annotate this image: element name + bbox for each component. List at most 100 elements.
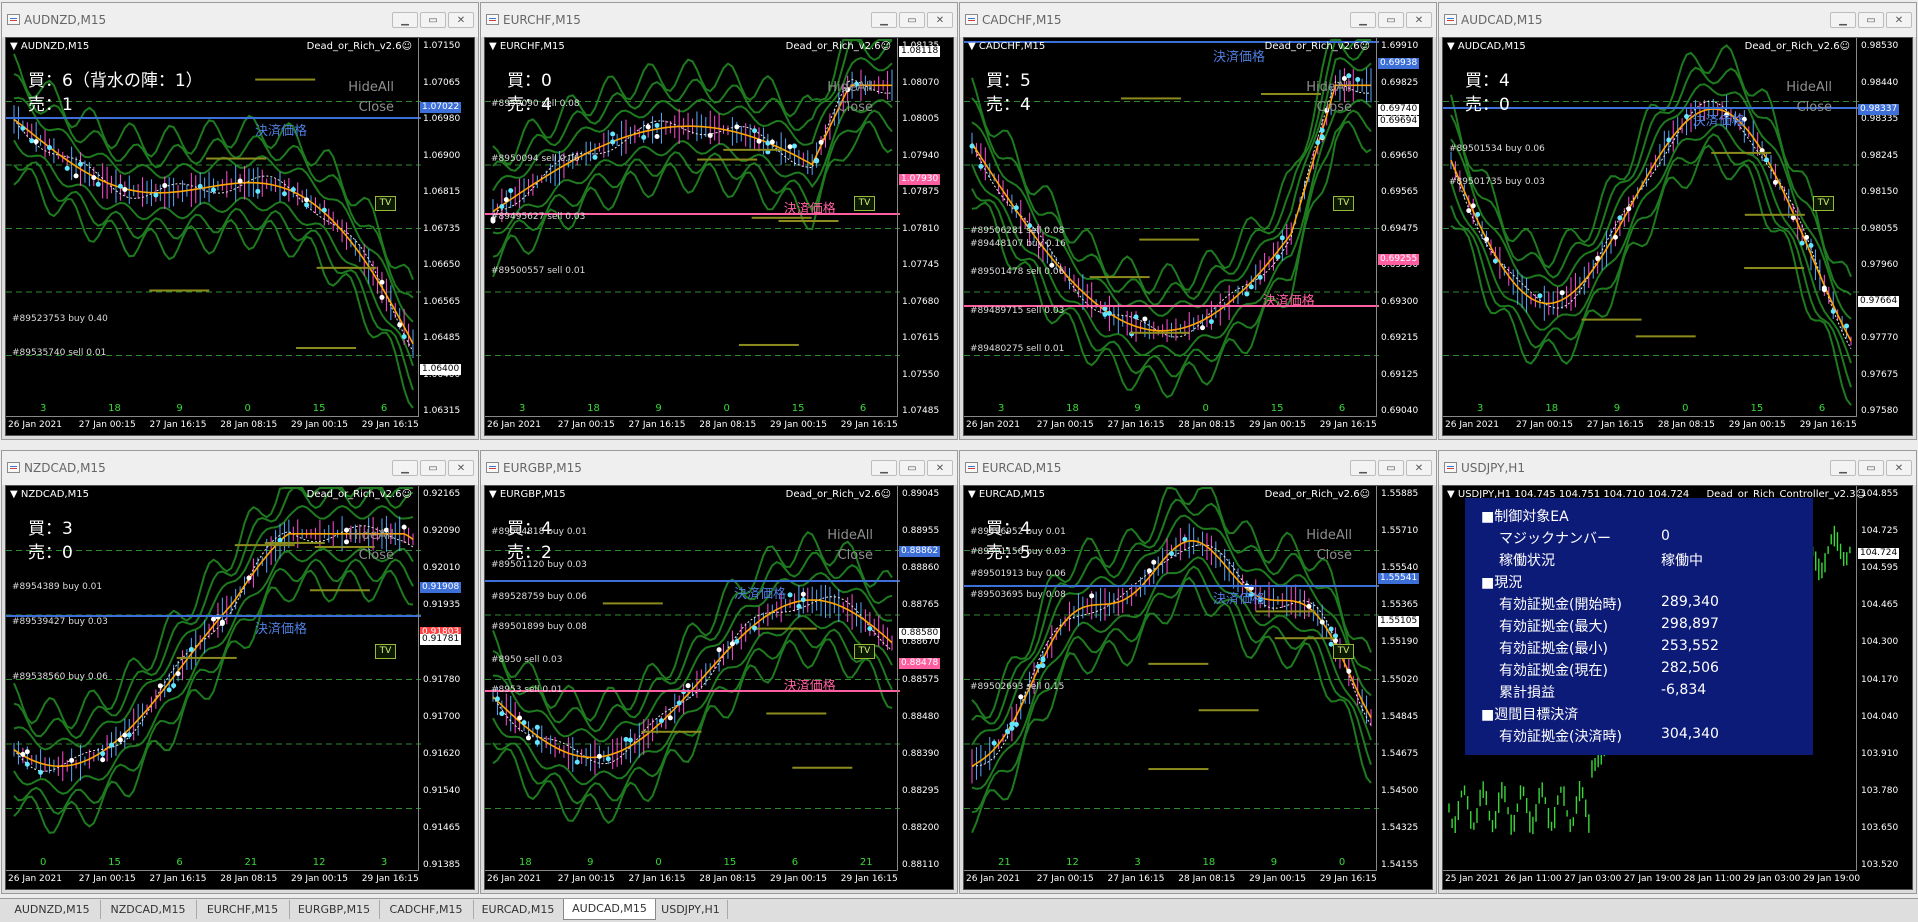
price-tick: 104.040 (1861, 711, 1899, 722)
minimize-button[interactable]: ▁ (392, 460, 418, 476)
chart-tab[interactable]: EURCHF,M15 (196, 900, 290, 919)
price-tick: 1.55885 (1381, 489, 1419, 499)
hide-all-button[interactable]: HideAll (827, 526, 873, 546)
close-button[interactable]: ✕ (1886, 460, 1912, 476)
maximize-button[interactable]: ▭ (1378, 460, 1404, 476)
sell-count-label: 売：0 (28, 543, 73, 563)
price-chart[interactable]: ▼ USDJPY,H1 104.745 104.751 104.710 104.… (1442, 485, 1913, 890)
tv-button[interactable]: TV (375, 196, 396, 211)
hide-all-button[interactable]: HideAll (348, 78, 394, 98)
chart-tab[interactable]: NZDCAD,M15 (100, 900, 197, 919)
tv-button[interactable]: TV (1333, 196, 1354, 211)
chart-tab[interactable]: CADCHF,M15 (379, 900, 474, 919)
minimize-button[interactable]: ▁ (871, 12, 897, 28)
maximize-button[interactable]: ▭ (1858, 460, 1884, 476)
maximize-button[interactable]: ▭ (899, 460, 925, 476)
minimize-button[interactable]: ▁ (871, 460, 897, 476)
tv-button[interactable]: TV (1333, 644, 1354, 659)
window-titlebar[interactable]: EURGBP,M15 ▁ ▭ ✕ (481, 451, 957, 485)
maximize-button[interactable]: ▭ (1858, 12, 1884, 28)
minimize-button[interactable]: ▁ (1830, 12, 1856, 28)
close-all-button[interactable]: Close (1306, 98, 1352, 118)
order-label: #8950094 sell 0.06 (491, 154, 580, 164)
window-titlebar[interactable]: CADCHF,M15 ▁ ▭ ✕ (960, 3, 1436, 37)
hide-all-button[interactable]: HideAll (827, 78, 873, 98)
price-chart[interactable]: 決済価格 決済価格 ▼ EURGBP,M15 Dead_or_Rich_v2.6☺ 買：… (484, 485, 954, 890)
chart-window-controller[interactable]: USDJPY,H1 ▁ ▭ ✕ ▼ USDJPY,H1 104.745 104.751 … (1438, 450, 1917, 894)
chart-tab[interactable]: AUDCAD,M15 (563, 899, 656, 920)
trade-marker (20, 751, 26, 757)
close-button[interactable]: ✕ (1406, 12, 1432, 28)
chart-window-w1[interactable]: AUDNZD,M15 ▁ ▭ ✕ 決済価格 ▼ AUDNZD,M15 Dead_or_Ric… (1, 2, 479, 440)
trade-marker (818, 139, 824, 145)
tv-button[interactable]: TV (1813, 196, 1834, 211)
hide-all-button[interactable]: HideAll (348, 526, 394, 546)
chart-tab[interactable]: EURGBP,M15 (289, 900, 380, 919)
close-all-button[interactable]: Close (1306, 546, 1352, 566)
chart-tab[interactable]: USDJPY,H1 (654, 900, 728, 919)
chart-window-icon (1444, 14, 1457, 25)
hide-all-button[interactable]: HideAll (1306, 526, 1352, 546)
pending-zone (1581, 318, 1642, 321)
close-button[interactable]: ✕ (927, 460, 953, 476)
maximize-button[interactable]: ▭ (420, 460, 446, 476)
window-titlebar[interactable]: EURCHF,M15 ▁ ▭ ✕ (481, 3, 957, 37)
price-chart[interactable]: 決済価格 ▼ EURCHF,M15 Dead_or_Rich_v2.6☺ 買：0 売：4… (484, 37, 954, 436)
close-all-button[interactable]: Close (348, 546, 394, 566)
close-button[interactable]: ✕ (927, 12, 953, 28)
chart-tab[interactable]: EURCAD,M15 (473, 900, 564, 919)
chart-window-w3[interactable]: CADCHF,M15 ▁ ▭ ✕ 決済価格 決済価格 ▼ CADCHF,M15 Dead_or… (959, 2, 1437, 440)
window-titlebar[interactable]: AUDNZD,M15 ▁ ▭ ✕ (2, 3, 478, 37)
maximize-button[interactable]: ▭ (1378, 12, 1404, 28)
chart-window-w5[interactable]: NZDCAD,M15 ▁ ▭ ✕ 決済価格 ▼ NZDCAD,M15 Dead_or_Ric… (1, 450, 479, 894)
price-chart[interactable]: 決済価格 決済価格 ▼ CADCHF,M15 Dead_or_Rich_v2.6☺ 買：… (963, 37, 1433, 436)
tv-button[interactable]: TV (375, 644, 396, 659)
window-titlebar[interactable]: USDJPY,H1 ▁ ▭ ✕ (1439, 451, 1916, 485)
chart-window-w7[interactable]: EURCAD,M15 ▁ ▭ ✕ 決済価格 ▼ EURCAD,M15 Dead_or_Ric… (959, 450, 1437, 894)
time-tick: 29 Jan 16:15 (1799, 420, 1857, 430)
minimize-button[interactable]: ▁ (1350, 12, 1376, 28)
price-tick: 0.88765 (902, 600, 940, 611)
window-titlebar[interactable]: NZDCAD,M15 ▁ ▭ ✕ (2, 451, 478, 485)
window-titlebar[interactable]: EURCAD,M15 ▁ ▭ ✕ (960, 451, 1436, 485)
close-all-button[interactable]: Close (827, 98, 873, 118)
hide-all-button[interactable]: HideAll (1786, 78, 1832, 98)
price-tick: 1.55020 (1381, 674, 1419, 685)
trade-marker (752, 128, 758, 134)
price-chart[interactable]: 決済価格 ▼ NZDCAD,M15 Dead_or_Rich_v2.6☺ 買：3 売：0… (5, 485, 475, 890)
price-chart[interactable]: 決済価格 ▼ AUDCAD,M15 Dead_or_Rich_v2.6☺ 買：4 売：0… (1442, 37, 1913, 436)
window-titlebar[interactable]: AUDCAD,M15 ▁ ▭ ✕ (1439, 3, 1916, 37)
price-chart[interactable]: 決済価格 ▼ EURCAD,M15 Dead_or_Rich_v2.6☺ 買：4 売：5… (963, 485, 1433, 890)
price-chart[interactable]: 決済価格 ▼ AUDNZD,M15 Dead_or_Rich_v2.6☺ 買：6（背水… (5, 37, 475, 436)
minimize-button[interactable]: ▁ (392, 12, 418, 28)
close-all-button[interactable]: Close (1786, 98, 1832, 118)
symbol-text: AUDNZD,M15 (20, 41, 90, 52)
price-tick: 0.98245 (1861, 150, 1899, 161)
price-tick: 103.650 (1861, 822, 1899, 833)
price-tick: 0.89045 (902, 489, 940, 499)
settlement-price-label: 決済価格 (255, 622, 308, 637)
minimize-button[interactable]: ▁ (1350, 460, 1376, 476)
chart-window-w2[interactable]: EURCHF,M15 ▁ ▭ ✕ 決済価格 ▼ EURCHF,M15 Dead_or_Ric… (480, 2, 958, 440)
chart-window-w6[interactable]: EURGBP,M15 ▁ ▭ ✕ 決済価格 決済価格 ▼ EURGBP,M15 Dead_or… (480, 450, 958, 894)
close-button[interactable]: ✕ (1886, 12, 1912, 28)
trade-marker (991, 740, 997, 746)
tv-button[interactable]: TV (854, 644, 875, 659)
maximize-button[interactable]: ▭ (899, 12, 925, 28)
close-all-button[interactable]: Close (827, 546, 873, 566)
maximize-button[interactable]: ▭ (420, 12, 446, 28)
minimize-button[interactable]: ▁ (1830, 460, 1856, 476)
session-hour-label: 15 (1270, 403, 1284, 414)
hide-all-button[interactable]: HideAll (1306, 78, 1352, 98)
chart-tab[interactable]: AUDNZD,M15 (4, 900, 101, 919)
close-all-button[interactable]: Close (348, 98, 394, 118)
close-button[interactable]: ✕ (448, 12, 474, 28)
chart-window-w4[interactable]: AUDCAD,M15 ▁ ▭ ✕ 決済価格 ▼ AUDCAD,M15 Dead_or_Ric… (1438, 2, 1917, 440)
hide-close-buttons: HideAll Close (348, 78, 394, 118)
price-tick: 1.08070 (902, 77, 940, 88)
trade-marker (1492, 258, 1498, 264)
close-button[interactable]: ✕ (448, 460, 474, 476)
close-button[interactable]: ✕ (1406, 460, 1432, 476)
tv-button[interactable]: TV (854, 196, 875, 211)
trade-marker (1013, 721, 1019, 727)
